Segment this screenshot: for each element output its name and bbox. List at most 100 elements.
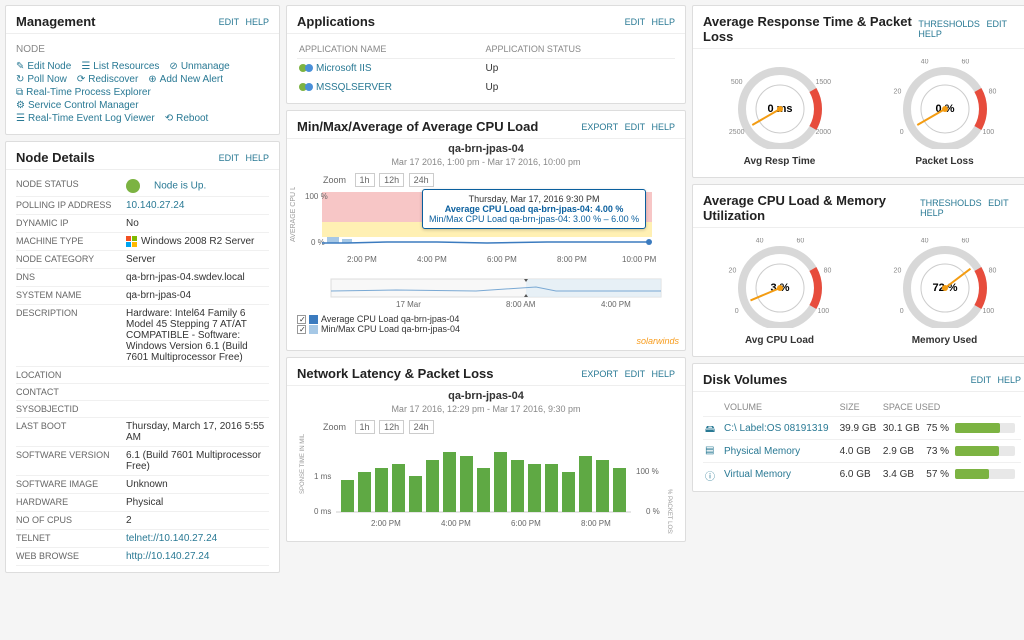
- help-link[interactable]: HELP: [997, 375, 1021, 385]
- edit-link[interactable]: EDIT: [986, 19, 1006, 29]
- node-row: NODE CATEGORYServer: [16, 251, 269, 269]
- svg-text:8:00 AM: 8:00 AM: [506, 300, 536, 307]
- node-value-link[interactable]: http://10.140.27.24: [126, 551, 209, 562]
- legend-item[interactable]: Average CPU Load qa-brn-jpas-04: [297, 314, 685, 324]
- node-value-link[interactable]: 10.140.27.24: [126, 200, 184, 211]
- help-link[interactable]: HELP: [651, 122, 675, 132]
- bar[interactable]: [613, 468, 626, 512]
- edit-link[interactable]: EDIT: [219, 17, 239, 27]
- legend-item[interactable]: Min/Max CPU Load qa-brn-jpas-04: [297, 324, 685, 334]
- help-link[interactable]: HELP: [245, 17, 269, 27]
- svg-text:8:00 PM: 8:00 PM: [557, 255, 587, 264]
- app-row: MSSQLSERVERUp: [297, 78, 675, 97]
- mgmt-list-resources[interactable]: ☰List Resources: [81, 61, 159, 72]
- bar[interactable]: [579, 456, 592, 512]
- zoom-24h[interactable]: 24h: [409, 173, 434, 187]
- bar[interactable]: [494, 452, 507, 512]
- mgmt-add-new-alert[interactable]: ⊕Add New Alert: [148, 74, 223, 85]
- volume-icon: 🖴: [705, 422, 717, 434]
- volume-icon: ⓘ: [705, 468, 717, 480]
- node-row: POLLING IP ADDRESS10.140.27.24: [16, 197, 269, 215]
- gauge-label: Memory Used: [885, 335, 1005, 346]
- chart-tooltip: Thursday, Mar 17, 2016 9:30 PM Average C…: [422, 189, 646, 229]
- help-link[interactable]: HELP: [651, 369, 675, 379]
- applications-panel: Applications EDIT HELP APPLICATION NAMEA…: [286, 5, 686, 104]
- export-link[interactable]: EXPORT: [581, 369, 618, 379]
- bar[interactable]: [392, 464, 405, 512]
- mgmt-service-control-manager[interactable]: ⚙Service Control Manager: [16, 100, 139, 111]
- thresholds-link[interactable]: THRESHOLDS: [918, 19, 980, 29]
- svg-text:6:00 PM: 6:00 PM: [511, 519, 541, 528]
- volume-icon: ▤: [705, 445, 717, 457]
- edit-link[interactable]: EDIT: [625, 369, 645, 379]
- app-link[interactable]: Microsoft IIS: [316, 63, 372, 74]
- svg-text:2500: 2500: [728, 129, 744, 136]
- svg-text:2:00 PM: 2:00 PM: [371, 519, 401, 528]
- disk-title: Disk Volumes: [703, 372, 787, 387]
- node-row: LAST BOOTThursday, March 17, 2016 5:55 A…: [16, 418, 269, 447]
- node-row: CONTACT: [16, 384, 269, 401]
- checkbox-icon[interactable]: [297, 315, 306, 324]
- bar[interactable]: [375, 468, 388, 512]
- bar[interactable]: [460, 456, 473, 512]
- col-app-name: APPLICATION NAME: [297, 40, 484, 59]
- bar[interactable]: [358, 472, 371, 512]
- cpu-overview-chart[interactable]: 17 Mar 8:00 AM 4:00 PM: [296, 277, 676, 307]
- mgmt-edit-node[interactable]: ✎Edit Node: [16, 61, 71, 72]
- svg-text:0: 0: [899, 308, 903, 315]
- bar[interactable]: [341, 480, 354, 512]
- help-link[interactable]: HELP: [920, 208, 944, 218]
- zoom-24h[interactable]: 24h: [409, 420, 434, 434]
- svg-text:40: 40: [920, 59, 928, 65]
- zoom-12h[interactable]: 12h: [379, 420, 404, 434]
- node-row: SYSOBJECTID: [16, 401, 269, 418]
- edit-link[interactable]: EDIT: [625, 17, 645, 27]
- help-link[interactable]: HELP: [918, 29, 942, 39]
- bar[interactable]: [562, 472, 575, 512]
- network-bar-chart[interactable]: SPONSE TIME IN MILLISECONDS % PACKET LOS…: [296, 434, 676, 534]
- edit-link[interactable]: EDIT: [219, 153, 239, 163]
- app-link[interactable]: MSSQLSERVER: [316, 82, 392, 93]
- bar[interactable]: [528, 464, 541, 512]
- bar[interactable]: [477, 468, 490, 512]
- zoom-1h[interactable]: 1h: [355, 420, 375, 434]
- help-link[interactable]: HELP: [651, 17, 675, 27]
- tooltip-minmax: Min/Max CPU Load qa-brn-jpas-04: 3.00 % …: [429, 214, 639, 224]
- volume-link[interactable]: Physical Memory: [724, 446, 800, 457]
- mgmt-unmanage[interactable]: ⊘Unmanage: [169, 61, 229, 72]
- packet-loss-gauge: 0 %020406080100Packet Loss: [885, 59, 1005, 167]
- node-value-link[interactable]: telnet://10.140.27.24: [126, 533, 217, 544]
- link-icon: ✎: [16, 61, 24, 72]
- mgmt-poll-now[interactable]: ↻Poll Now: [16, 74, 67, 85]
- svg-text:40: 40: [920, 238, 928, 244]
- mgmt-real-time-process-explorer[interactable]: ⧉Real-Time Process Explorer: [16, 87, 151, 98]
- mgmt-real-time-event-log-viewer[interactable]: ☰Real-Time Event Log Viewer: [16, 113, 155, 124]
- export-link[interactable]: EXPORT: [581, 122, 618, 132]
- zoom-1h[interactable]: 1h: [355, 173, 375, 187]
- gauge-label: Avg CPU Load: [720, 335, 840, 346]
- bar[interactable]: [545, 464, 558, 512]
- checkbox-icon[interactable]: [297, 325, 306, 334]
- mgmt-reboot[interactable]: ⟲Reboot: [165, 113, 209, 124]
- zoom-12h[interactable]: 12h: [379, 173, 404, 187]
- volume-link[interactable]: C:\ Label:OS 08191319: [724, 423, 829, 434]
- cpu-mem-title: Average CPU Load & Memory Utilization: [703, 193, 916, 223]
- volume-link[interactable]: Virtual Memory: [724, 469, 791, 480]
- bar[interactable]: [596, 460, 609, 512]
- bar[interactable]: [511, 460, 524, 512]
- mgmt-rediscover[interactable]: ⟳Rediscover: [77, 74, 138, 85]
- cpu-chart-title: Min/Max/Average of Average CPU Load: [297, 119, 538, 134]
- svg-text:1 ms: 1 ms: [314, 472, 331, 481]
- svg-text:100 %: 100 %: [305, 192, 328, 201]
- bar[interactable]: [426, 460, 439, 512]
- edit-link[interactable]: EDIT: [625, 122, 645, 132]
- help-link[interactable]: HELP: [245, 153, 269, 163]
- bar[interactable]: [443, 452, 456, 512]
- thresholds-link[interactable]: THRESHOLDS: [920, 198, 982, 208]
- bar[interactable]: [409, 476, 422, 512]
- disk-table: VOLUME SIZE SPACE USED 🖴C:\ Label:OS 081…: [703, 398, 1021, 485]
- link-icon: ☰: [81, 61, 90, 72]
- edit-link[interactable]: EDIT: [988, 198, 1008, 208]
- edit-link[interactable]: EDIT: [971, 375, 991, 385]
- usage-bar: [955, 423, 1015, 433]
